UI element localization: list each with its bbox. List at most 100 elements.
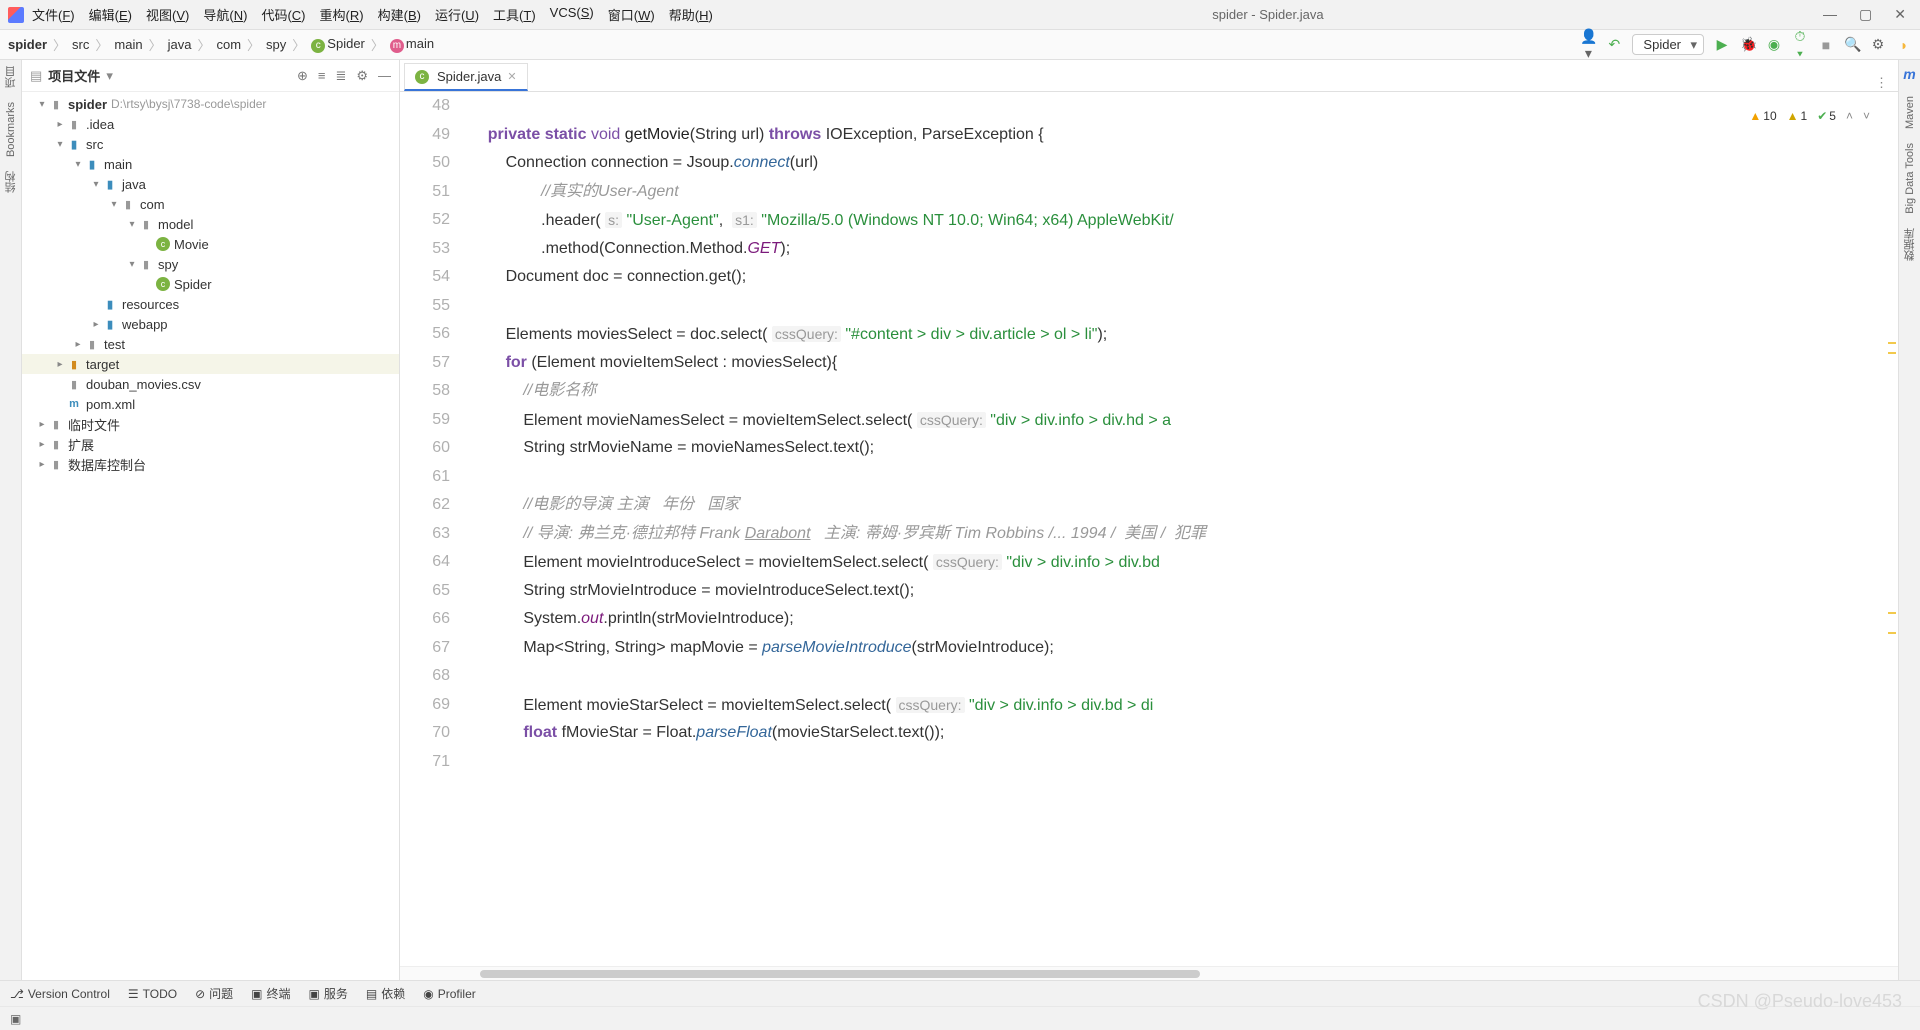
code-line[interactable]: .method(Connection.Method.GET); [470,235,1898,264]
stop-icon[interactable]: ■ [1818,37,1834,53]
settings-icon[interactable]: ⚙ [1870,36,1886,53]
tool-strip-item[interactable]: 数据库 [1902,228,1918,261]
line-number[interactable]: 51 [400,178,450,207]
menu-item[interactable]: 重构(R) [320,5,364,24]
tree-node[interactable]: ▾▮com [22,194,399,214]
line-number[interactable]: 64 [400,548,450,577]
scrollbar-thumb[interactable] [480,970,1200,978]
tool-strip-item[interactable]: Bookmarks [5,102,17,157]
close-icon[interactable]: ✕ [1894,6,1906,23]
weak-warnings-count[interactable]: ▲1 [1787,102,1808,131]
breadcrumb-item[interactable]: mmain [390,36,434,53]
tree-node[interactable]: mpom.xml [22,394,399,414]
line-number[interactable]: 56 [400,320,450,349]
bottom-tool-item[interactable]: ⊘问题 [195,985,233,1002]
chevron-icon[interactable]: ▾ [36,99,48,110]
stripe-mark[interactable] [1888,342,1896,344]
chevron-up-icon[interactable]: ˄ [1846,102,1853,131]
menu-item[interactable]: 视图(V) [146,5,189,24]
breadcrumb[interactable]: spider〉src〉main〉java〉com〉spy〉cSpider〉mma… [8,35,434,54]
user-icon[interactable]: 👤▾ [1580,28,1596,62]
line-number[interactable]: 59 [400,406,450,435]
tree-node[interactable]: ▸▮test [22,334,399,354]
code-line[interactable] [470,463,1898,492]
breadcrumb-item[interactable]: com [216,37,241,52]
chevron-icon[interactable]: ▸ [36,419,48,430]
menu-item[interactable]: 导航(N) [203,5,247,24]
menu-item[interactable]: 帮助(H) [669,5,713,24]
typos-count[interactable]: ✔5 [1817,102,1836,131]
line-number[interactable]: 49 [400,121,450,150]
maximize-icon[interactable]: ▢ [1859,6,1872,23]
run-icon[interactable]: ▶ [1714,36,1730,53]
breadcrumb-item[interactable]: main [114,37,142,52]
menu-item[interactable]: 文件(F) [32,5,75,24]
tree-node[interactable]: ▸▮target [22,354,399,374]
tree-node[interactable]: ▾▮spiderD:\rtsy\bysj\7738-code\spider [22,94,399,114]
line-number[interactable]: 71 [400,748,450,777]
locate-icon[interactable]: ⊕ [297,68,308,84]
line-number[interactable]: 70 [400,719,450,748]
back-icon[interactable]: ↶ [1606,36,1622,53]
code-line[interactable]: String strMovieIntroduce = movieIntroduc… [470,577,1898,606]
chevron-icon[interactable]: ▸ [36,439,48,450]
code-line[interactable]: Map<String, String> mapMovie = parseMovi… [470,634,1898,663]
code-line[interactable] [470,662,1898,691]
hide-icon[interactable]: — [378,68,391,84]
minimize-icon[interactable]: — [1823,6,1837,23]
stripe-mark[interactable] [1888,352,1896,354]
code-line[interactable]: private static void getMovie(String url)… [470,121,1898,150]
line-number[interactable]: 48 [400,92,450,121]
menu-item[interactable]: 编辑(E) [89,5,132,24]
code-line[interactable]: String strMovieName = movieNamesSelect.t… [470,434,1898,463]
code-line[interactable]: Connection connection = Jsoup.connect(ur… [470,149,1898,178]
code-line[interactable] [470,748,1898,777]
line-number[interactable]: 53 [400,235,450,264]
chevron-icon[interactable]: ▸ [72,339,84,350]
menu-item[interactable]: VCS(S) [550,5,594,24]
bottom-tool-item[interactable]: ◉Profiler [423,987,476,1001]
tree-node[interactable]: ▸▮扩展 [22,434,399,454]
run-config-select[interactable]: Spider [1632,34,1704,55]
bottom-tool-item[interactable]: ⎇Version Control [10,987,110,1001]
status-icon[interactable]: ▣ [10,1012,21,1026]
breadcrumb-item[interactable]: spider [8,37,47,52]
tree-node[interactable]: ▮resources [22,294,399,314]
line-number[interactable]: 69 [400,691,450,720]
chevron-icon[interactable]: ▾ [108,199,120,210]
tree-node[interactable]: ▸▮数据库控制台 [22,454,399,474]
horizontal-scrollbar[interactable] [400,966,1898,980]
collapse-icon[interactable]: ≣ [335,68,346,84]
code-line[interactable]: // 导演: 弗兰克·德拉邦特 Frank Darabont 主演: 蒂姆·罗宾… [470,520,1898,549]
tree-node[interactable]: ▮douban_movies.csv [22,374,399,394]
chevron-icon[interactable]: ▾ [126,259,138,270]
menu-item[interactable]: 运行(U) [435,5,479,24]
breadcrumb-item[interactable]: java [168,37,192,52]
tool-strip-item[interactable]: 结构 [3,171,19,193]
code-line[interactable]: Element movieIntroduceSelect = movieItem… [470,548,1898,577]
line-number[interactable]: 50 [400,149,450,178]
chevron-icon[interactable]: ▸ [54,119,66,130]
code-line[interactable]: Element movieStarSelect = movieItemSelec… [470,691,1898,720]
inspections-widget[interactable]: ▲10 ▲1 ✔5 ˄ ˅ [1745,100,1874,133]
warnings-count[interactable]: ▲10 [1749,102,1776,131]
stripe-mark[interactable] [1888,612,1896,614]
stripe-mark[interactable] [1888,632,1896,634]
code-line[interactable]: //电影名称 [470,377,1898,406]
tree-node[interactable]: ▸▮webapp [22,314,399,334]
tool-strip-item[interactable]: Big Data Tools [1904,143,1916,214]
line-number[interactable]: 55 [400,292,450,321]
tree-node[interactable]: ▾▮java [22,174,399,194]
project-tree[interactable]: ▾▮spiderD:\rtsy\bysj\7738-code\spider▸▮.… [22,92,399,980]
upgrade-icon[interactable]: ◗ [1896,37,1912,53]
chevron-icon[interactable]: ▸ [36,459,48,470]
tab-spider-java[interactable]: c Spider.java ✕ [404,63,528,91]
breadcrumb-item[interactable]: src [72,37,89,52]
tree-node[interactable]: cMovie [22,234,399,254]
code-line[interactable]: System.out.println(strMovieIntroduce); [470,605,1898,634]
bottom-tool-item[interactable]: ▣服务 [309,985,348,1002]
code-line[interactable]: float fMovieStar = Float.parseFloat(movi… [470,719,1898,748]
tree-node[interactable]: cSpider [22,274,399,294]
menu-item[interactable]: 构建(B) [378,5,421,24]
close-tab-icon[interactable]: ✕ [507,70,516,83]
